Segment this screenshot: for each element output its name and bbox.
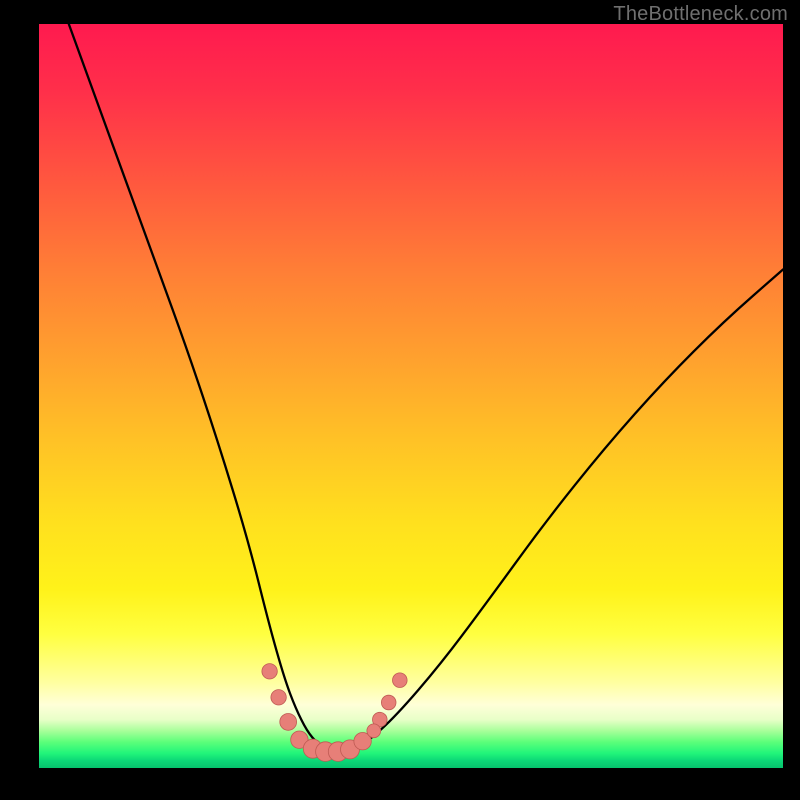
marker-dot (271, 690, 286, 705)
marker-dot (393, 673, 408, 688)
bottleneck-curve (69, 24, 783, 751)
marker-dot (367, 724, 381, 738)
watermark-text: TheBottleneck.com (613, 3, 788, 26)
marker-dot (381, 695, 396, 710)
curve-svg (39, 24, 783, 768)
plot-area (39, 24, 783, 768)
marker-dot (262, 664, 277, 679)
chart-frame: TheBottleneck.com (0, 0, 800, 800)
marker-dot (280, 714, 297, 731)
